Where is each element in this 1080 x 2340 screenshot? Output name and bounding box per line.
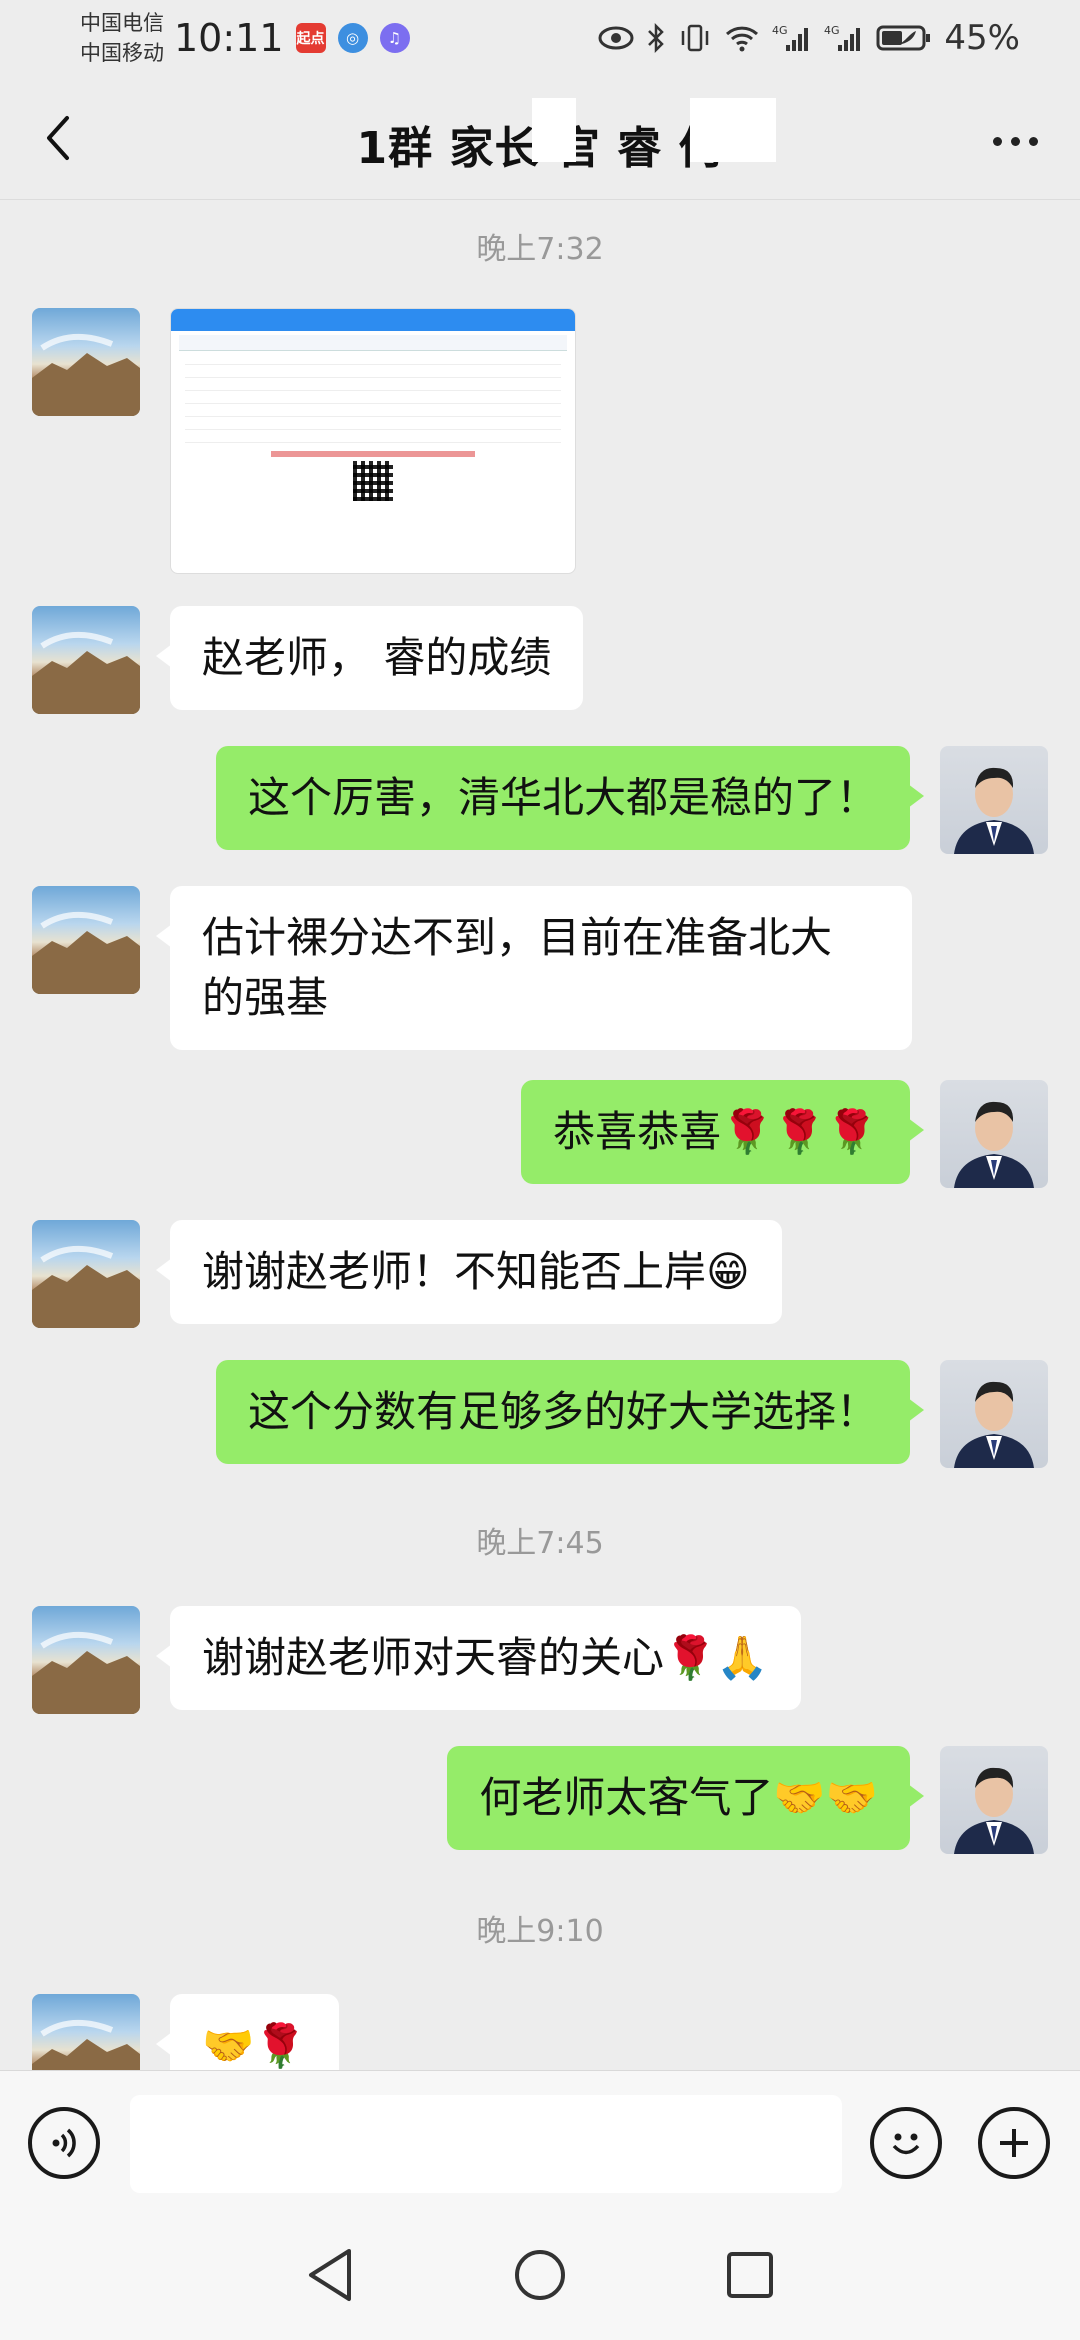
avatar-parent[interactable]	[32, 1220, 140, 1328]
message-text: 谢谢赵老师！不知能否上岸	[202, 1247, 707, 1296]
message-text: 恭喜恭喜	[553, 1107, 722, 1156]
avatar-teacher[interactable]	[940, 1080, 1048, 1188]
redaction-block	[532, 98, 576, 162]
message-text: 谢谢赵老师对天睿的关心	[202, 1633, 665, 1682]
avatar-parent[interactable]	[32, 1994, 140, 2070]
signal-1-icon: 4G	[772, 23, 812, 53]
avatar-parent[interactable]	[32, 1606, 140, 1714]
timestamp: 晚上9:10	[476, 1914, 604, 1949]
avatar-parent[interactable]	[32, 606, 140, 714]
square-recents-icon	[727, 2252, 773, 2298]
avatar-parent[interactable]	[32, 886, 140, 994]
bluetooth-icon	[646, 22, 666, 54]
message-line: 的强基	[202, 973, 329, 1022]
wifi-icon	[724, 24, 760, 52]
battery-icon	[876, 23, 932, 53]
image-row	[185, 381, 561, 391]
timestamp: 晚上7:45	[476, 1526, 604, 1561]
rose-emoji: 🌹🌹🌹	[721, 1107, 878, 1156]
carrier-1: 中国电信	[80, 11, 164, 35]
nav-recents-button[interactable]	[720, 2245, 780, 2305]
message-input[interactable]	[130, 2095, 842, 2193]
image-tabs	[179, 335, 567, 351]
emoji-button[interactable]	[870, 2107, 942, 2179]
circle-home-icon	[515, 2250, 565, 2300]
voice-button[interactable]	[28, 2107, 100, 2179]
input-bar	[0, 2070, 1080, 2210]
carrier-2: 中国移动	[80, 41, 164, 65]
status-icons: 4G 4G 45%	[598, 18, 1020, 58]
eye-icon	[598, 26, 634, 50]
rose-pray-emoji: 🌹🙏	[664, 1633, 769, 1682]
redaction-block	[690, 98, 776, 162]
vibrate-icon	[678, 23, 712, 53]
message-bubble[interactable]: 这个厉害，清华北大都是稳的了！	[215, 746, 925, 850]
message-bubble[interactable]: 何老师太客气了🤝🤝	[447, 1746, 924, 1850]
system-nav-bar	[0, 2210, 1080, 2340]
qidian-app-icon: 起点	[295, 23, 326, 53]
image-header	[171, 309, 575, 331]
chat-messages[interactable]: 晚上7:32 赵老师， 睿的成绩 这个厉害，清华北大都是稳的了！ 估计裸分达不到…	[0, 200, 1080, 2070]
battery-percent: 45%	[944, 18, 1020, 58]
message-bubble[interactable]: 🤝🌹	[156, 1994, 339, 2070]
qr-code	[353, 461, 393, 501]
message-bubble[interactable]: 谢谢赵老师对天睿的关心🌹🙏	[156, 1606, 801, 1710]
image-row	[185, 355, 561, 365]
music-app-icon: ♫	[379, 23, 410, 53]
nav-home-button[interactable]	[510, 2245, 570, 2305]
image-message[interactable]	[170, 308, 576, 574]
plus-button[interactable]	[978, 2107, 1050, 2179]
avatar-teacher[interactable]	[940, 746, 1048, 854]
plus-icon	[1000, 2129, 1028, 2157]
nav-back-button[interactable]	[300, 2245, 360, 2305]
browser-app-icon: ◎	[337, 23, 368, 53]
image-row	[185, 420, 561, 430]
grin-emoji: 😁	[706, 1247, 750, 1296]
handshake-emoji: 🤝🤝	[773, 1773, 878, 1822]
svg-text:4G: 4G	[772, 24, 788, 37]
message-bubble[interactable]: 估计裸分达不到，目前在准备北大 的强基	[156, 886, 912, 1050]
more-dot	[1028, 136, 1038, 146]
image-row	[185, 407, 561, 417]
image-row	[185, 394, 561, 404]
status-time: 10:11	[174, 16, 284, 60]
message-text: 何老师太客气了	[479, 1773, 774, 1822]
chat-header: 1群 家长 官 睿 何	[0, 76, 1080, 200]
message-bubble[interactable]: 恭喜恭喜🌹🌹🌹	[521, 1080, 924, 1184]
voice-icon	[52, 2128, 76, 2158]
svg-text:4G: 4G	[824, 24, 840, 37]
more-dots-icon	[992, 136, 1002, 146]
timestamp: 晚上7:32	[476, 232, 604, 267]
image-row	[185, 368, 561, 378]
avatar-teacher[interactable]	[940, 1360, 1048, 1468]
message-bubble[interactable]: 谢谢赵老师！不知能否上岸😁	[156, 1220, 782, 1324]
signal-2-icon: 4G	[824, 23, 864, 53]
message-bubble[interactable]: 赵老师， 睿的成绩	[155, 606, 584, 710]
status-bar: 中国电信 中国移动 10:11 起点 ◎ ♫ 4G 4G 45%	[0, 0, 1080, 76]
emoji-icon	[892, 2133, 920, 2155]
image-red-line	[271, 451, 475, 457]
carrier-info: 中国电信 中国移动	[80, 8, 164, 68]
more-button[interactable]	[980, 116, 1050, 166]
avatar-parent[interactable]	[32, 308, 140, 416]
avatar-teacher[interactable]	[940, 1746, 1048, 1854]
triangle-back-icon	[309, 2249, 351, 2301]
image-row	[185, 433, 561, 443]
more-dot	[1010, 136, 1020, 146]
message-bubble[interactable]: 这个分数有足够多的好大学选择！	[215, 1360, 925, 1464]
message-line: 估计裸分达不到，目前在准备北大	[202, 913, 833, 962]
